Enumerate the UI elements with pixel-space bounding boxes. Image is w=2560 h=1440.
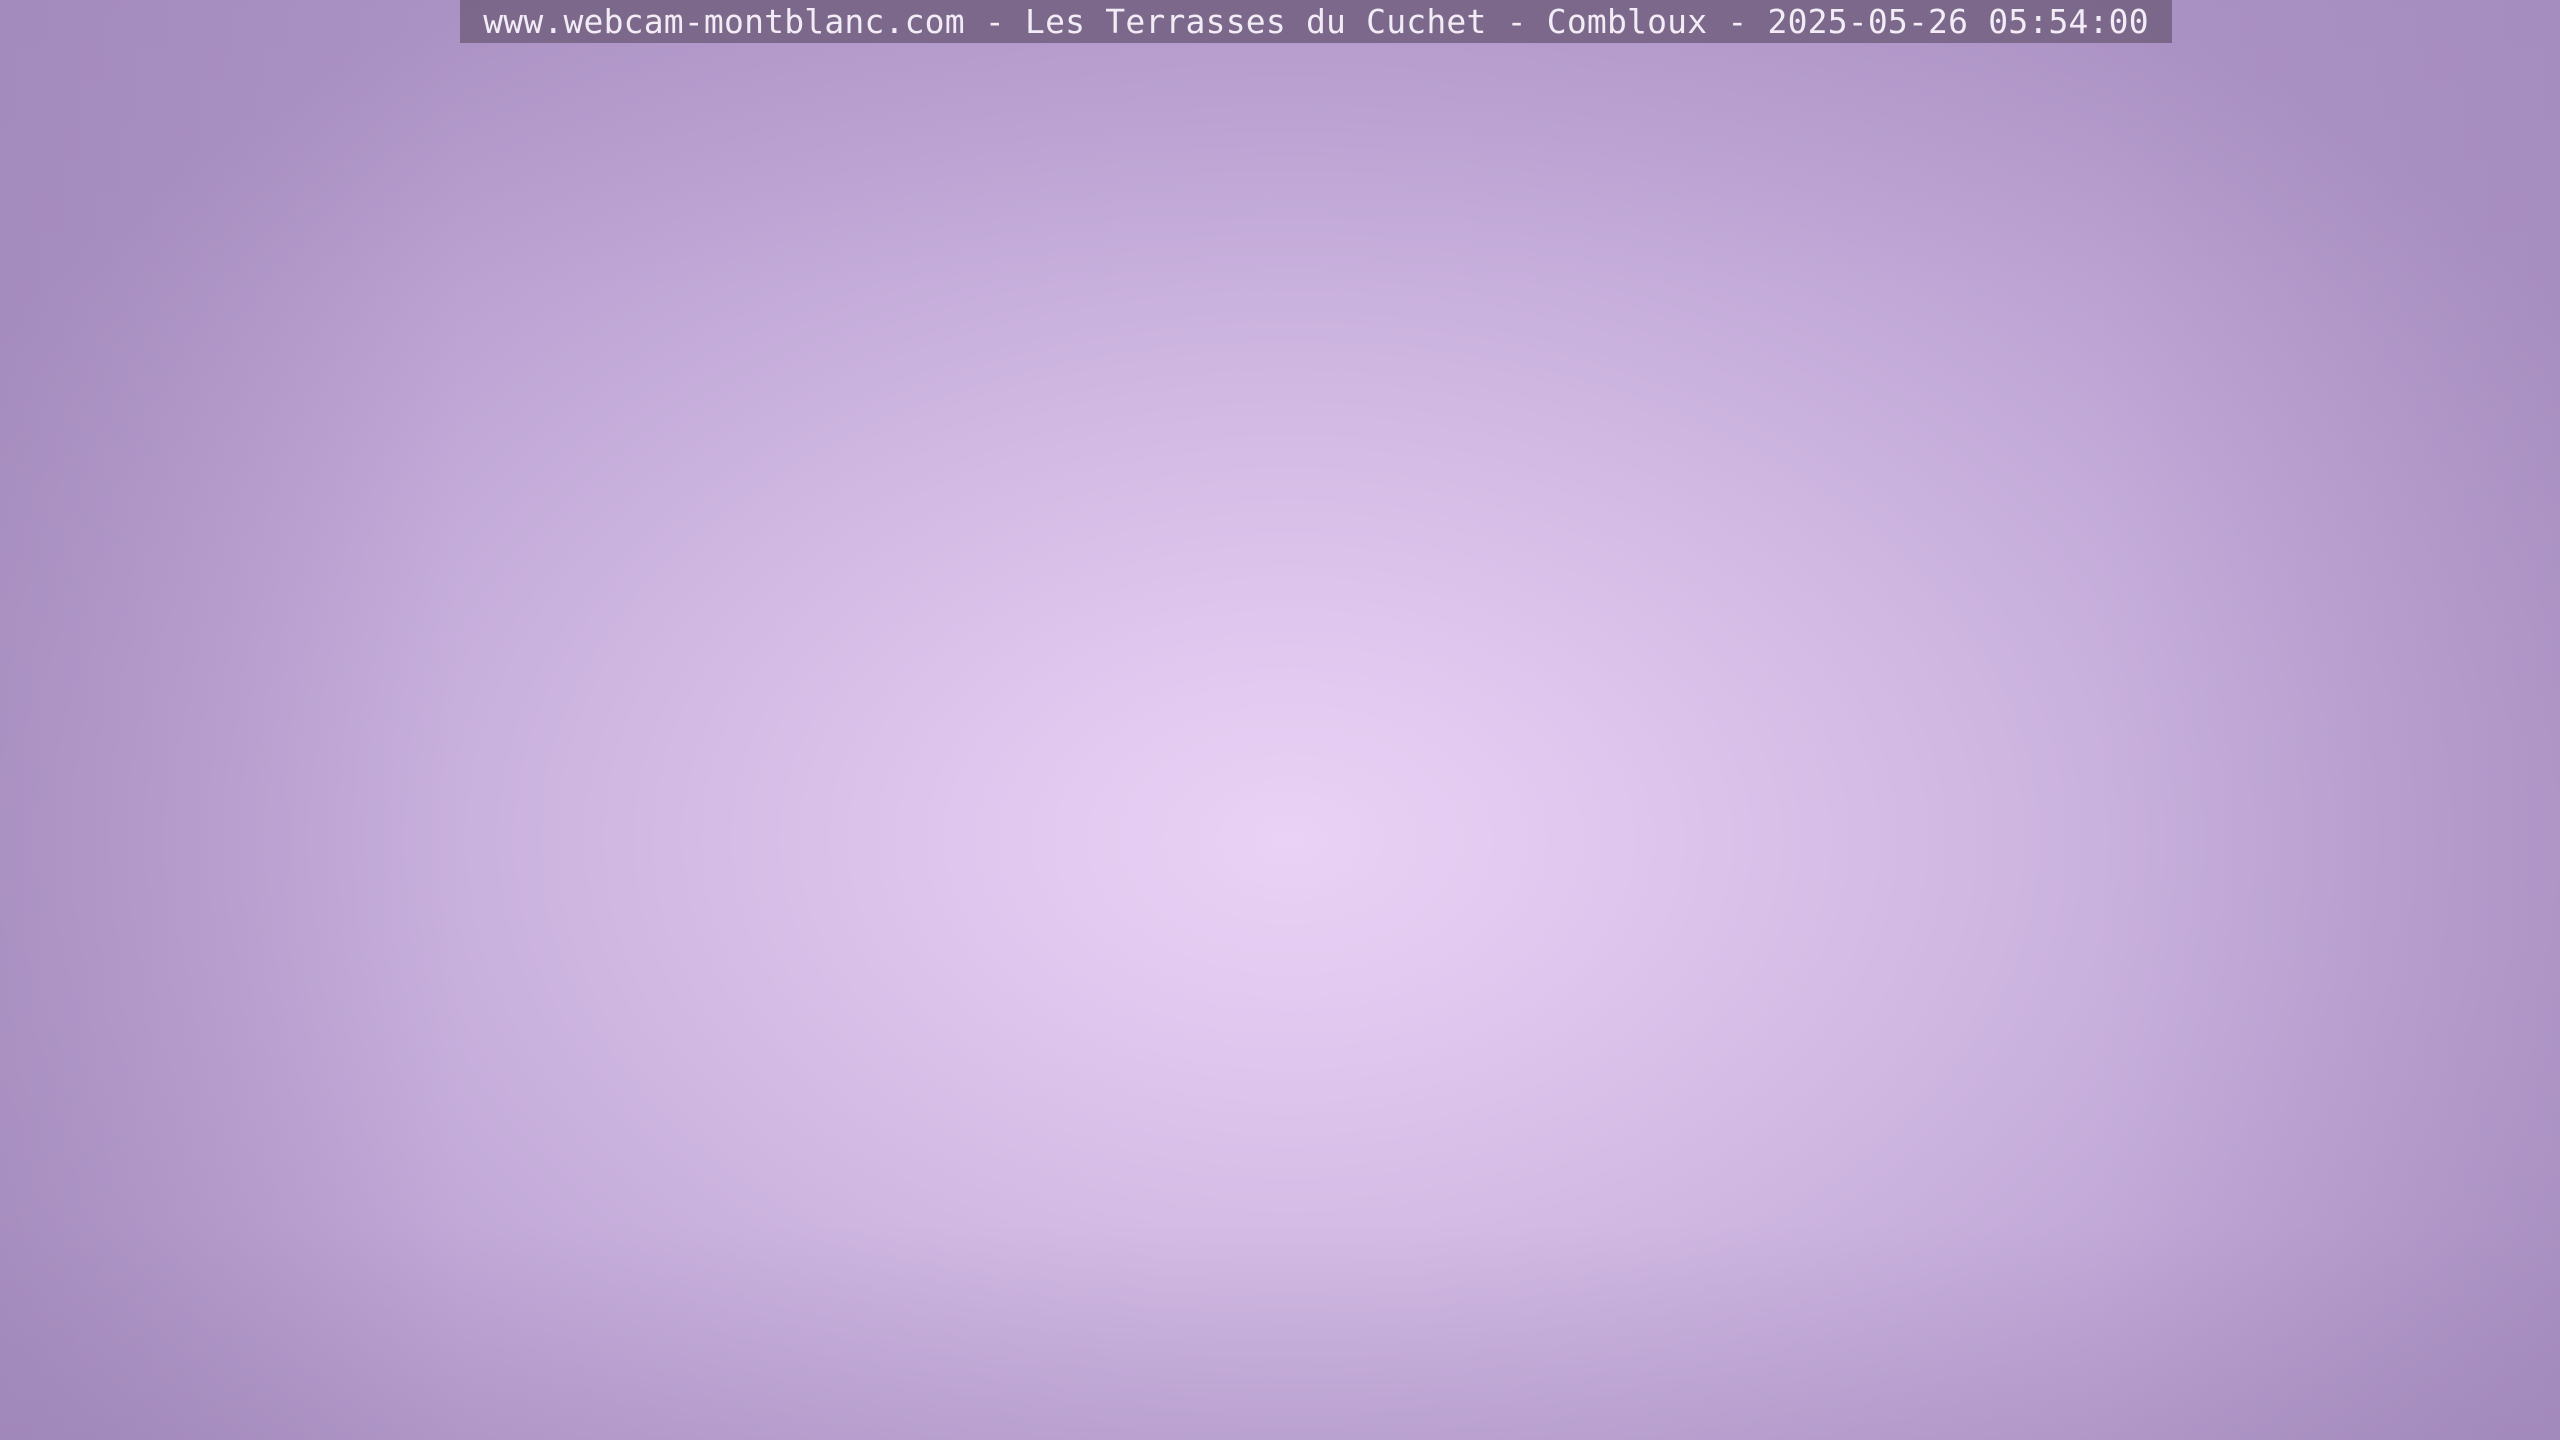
caption-bar: www.webcam-montblanc.com - Les Terrasses… xyxy=(460,0,2172,43)
webcam-image: www.webcam-montblanc.com - Les Terrasses… xyxy=(0,0,2560,1440)
caption-text: www.webcam-montblanc.com - Les Terrasses… xyxy=(483,2,2149,41)
lens-vignette xyxy=(0,0,2560,1440)
